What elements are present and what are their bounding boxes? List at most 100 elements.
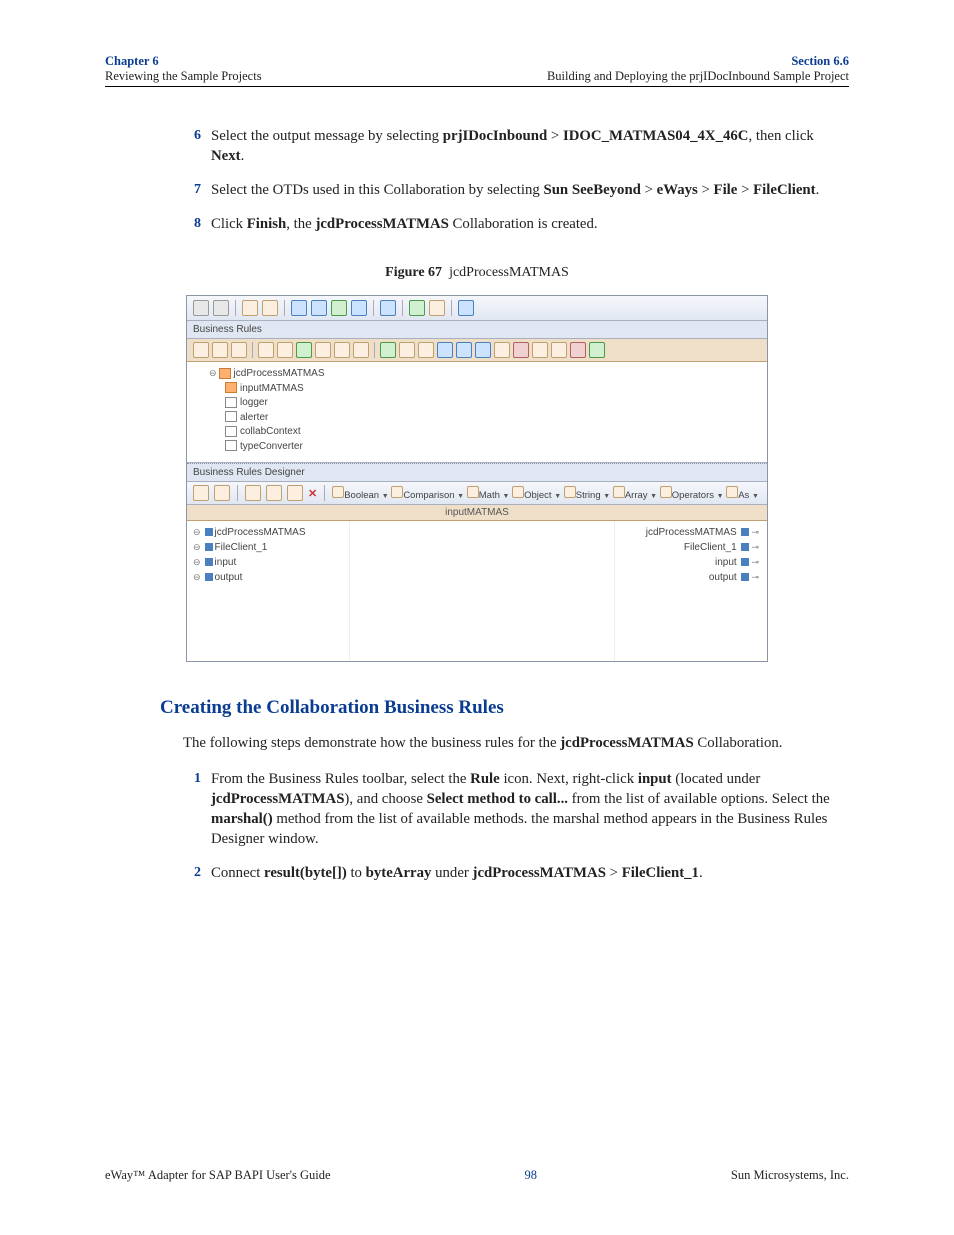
- left-tree-item[interactable]: ⊖jcdProcessMATMAS: [193, 525, 343, 540]
- menu-string[interactable]: String ▼: [564, 490, 610, 501]
- left-tree-item[interactable]: ⊖FileClient_1: [193, 540, 343, 555]
- designer-left-tree: ⊖jcdProcessMATMAS⊖FileClient_1⊖input⊖out…: [187, 521, 349, 661]
- rules-tool-icon[interactable]: [494, 342, 510, 358]
- step-text: Click Finish, the jcdProcessMATMAS Colla…: [211, 215, 849, 235]
- rules-tool-icon[interactable]: [193, 342, 209, 358]
- rules-tool-icon[interactable]: [570, 342, 586, 358]
- toolbar-icon[interactable]: [351, 300, 367, 316]
- section-subtitle: Building and Deploying the prjIDocInboun…: [547, 69, 849, 84]
- toolbar-icon[interactable]: [409, 300, 425, 316]
- rules-tool-icon[interactable]: [258, 342, 274, 358]
- rules-tool-icon[interactable]: [532, 342, 548, 358]
- rules-toolbar: [187, 339, 767, 362]
- section-heading: Creating the Collaboration Business Rule…: [160, 697, 849, 719]
- toolbar-icon[interactable]: [429, 300, 445, 316]
- toolbar-icon[interactable]: [291, 300, 307, 316]
- toolbar-icon[interactable]: [331, 300, 347, 316]
- menu-as[interactable]: As ▼: [726, 490, 759, 501]
- input-port-icon: [741, 528, 749, 536]
- page-number: 98: [524, 1168, 537, 1183]
- toolbar-icon[interactable]: [242, 300, 258, 316]
- steps-list-bottom: 1From the Business Rules toolbar, select…: [105, 770, 849, 884]
- step-text: From the Business Rules toolbar, select …: [211, 770, 849, 850]
- toolbar-icon[interactable]: [458, 300, 474, 316]
- nav-back-icon[interactable]: [193, 300, 209, 316]
- designer-toolbar: ✕ Boolean ▼ Comparison ▼ Math ▼ Object ▼…: [187, 482, 767, 505]
- toolbar-icon[interactable]: [262, 300, 278, 316]
- menu-math[interactable]: Math ▼: [467, 490, 510, 501]
- left-tree-item[interactable]: ⊖input: [193, 555, 343, 570]
- step-text: Connect result(byte[]) to byteArray unde…: [211, 864, 849, 884]
- node-icon: [225, 426, 237, 437]
- input-port-icon: [741, 558, 749, 566]
- chapter-subtitle: Reviewing the Sample Projects: [105, 69, 262, 84]
- rules-tool-icon[interactable]: [277, 342, 293, 358]
- step-number: 7: [183, 181, 201, 201]
- toolbar-icon[interactable]: [311, 300, 327, 316]
- page-header: Chapter 6 Reviewing the Sample Projects …: [105, 54, 849, 87]
- rules-tool-icon[interactable]: [380, 342, 396, 358]
- menu-comparison[interactable]: Comparison ▼: [391, 490, 464, 501]
- java-icon: [219, 368, 231, 379]
- delete-icon[interactable]: ✕: [308, 487, 317, 500]
- chapter-label: Chapter 6: [105, 54, 262, 69]
- rules-tool-icon[interactable]: [551, 342, 567, 358]
- left-tree-item[interactable]: ⊖output: [193, 570, 343, 585]
- output-port-icon: [205, 528, 213, 536]
- right-tree-item[interactable]: output ⊸: [621, 570, 761, 585]
- figure-caption: Figure 67 jcdProcessMATMAS: [105, 265, 849, 281]
- node-icon: [225, 411, 237, 422]
- footer-left: eWay™ Adapter for SAP BAPI User's Guide: [105, 1168, 331, 1183]
- rules-tool-icon[interactable]: [212, 342, 228, 358]
- designer-tool-icon[interactable]: [214, 485, 230, 501]
- menu-operators[interactable]: Operators ▼: [660, 490, 724, 501]
- designer-tool-icon[interactable]: [266, 485, 282, 501]
- menu-boolean[interactable]: Boolean ▼: [332, 490, 388, 501]
- rules-tool-icon[interactable]: [475, 342, 491, 358]
- menu-object[interactable]: Object ▼: [512, 490, 561, 501]
- nav-forward-icon[interactable]: [213, 300, 229, 316]
- designer-canvas: ⊖jcdProcessMATMAS⊖FileClient_1⊖input⊖out…: [187, 521, 767, 661]
- right-tree-item[interactable]: FileClient_1 ⊸: [621, 540, 761, 555]
- step-item: 1From the Business Rules toolbar, select…: [183, 770, 849, 850]
- tree-item[interactable]: collabContext: [195, 425, 759, 440]
- output-port-icon: [205, 543, 213, 551]
- right-tree-item[interactable]: jcdProcessMATMAS ⊸: [621, 525, 761, 540]
- step-number: 8: [183, 215, 201, 235]
- steps-list-top: 6Select the output message by selecting …: [105, 127, 849, 235]
- main-toolbar: [187, 296, 767, 321]
- rules-tree: ⊖jcdProcessMATMAS inputMATMASloggeralert…: [187, 362, 767, 463]
- rules-tool-icon[interactable]: [418, 342, 434, 358]
- rules-tool-icon[interactable]: [456, 342, 472, 358]
- tree-item[interactable]: alerter: [195, 411, 759, 426]
- tree-item[interactable]: typeConverter: [195, 440, 759, 455]
- rules-tool-icon[interactable]: [589, 342, 605, 358]
- rules-tool-icon[interactable]: [353, 342, 369, 358]
- rules-tool-icon[interactable]: [399, 342, 415, 358]
- designer-tool-icon[interactable]: [287, 485, 303, 501]
- step-text: Select the OTDs used in this Collaborati…: [211, 181, 849, 201]
- intro-paragraph: The following steps demonstrate how the …: [183, 734, 849, 754]
- node-icon: [225, 440, 237, 451]
- rules-tool-icon[interactable]: [315, 342, 331, 358]
- designer-tool-icon[interactable]: [193, 485, 209, 501]
- rules-tool-icon[interactable]: [437, 342, 453, 358]
- rules-tool-icon[interactable]: [513, 342, 529, 358]
- tree-item[interactable]: logger: [195, 396, 759, 411]
- tree-root[interactable]: jcdProcessMATMAS: [234, 368, 325, 379]
- step-text: Select the output message by selecting p…: [211, 127, 849, 167]
- input-port-icon: [741, 573, 749, 581]
- menu-array[interactable]: Array ▼: [613, 490, 657, 501]
- rules-tool-icon[interactable]: [296, 342, 312, 358]
- node-icon: [225, 397, 237, 408]
- rules-tool-icon[interactable]: [334, 342, 350, 358]
- step-item: 7 Select the OTDs used in this Collaborat…: [183, 181, 849, 201]
- tree-item[interactable]: inputMATMAS: [195, 382, 759, 397]
- designer-mapping-area[interactable]: [349, 521, 615, 661]
- designer-tool-icon[interactable]: [245, 485, 261, 501]
- right-tree-item[interactable]: input ⊸: [621, 555, 761, 570]
- rules-tool-icon[interactable]: [231, 342, 247, 358]
- screenshot-figure: Business Rules: [186, 295, 768, 662]
- toolbar-icon[interactable]: [380, 300, 396, 316]
- step-item: 8 Click Finish, the jcdProcessMATMAS Coll…: [183, 215, 849, 235]
